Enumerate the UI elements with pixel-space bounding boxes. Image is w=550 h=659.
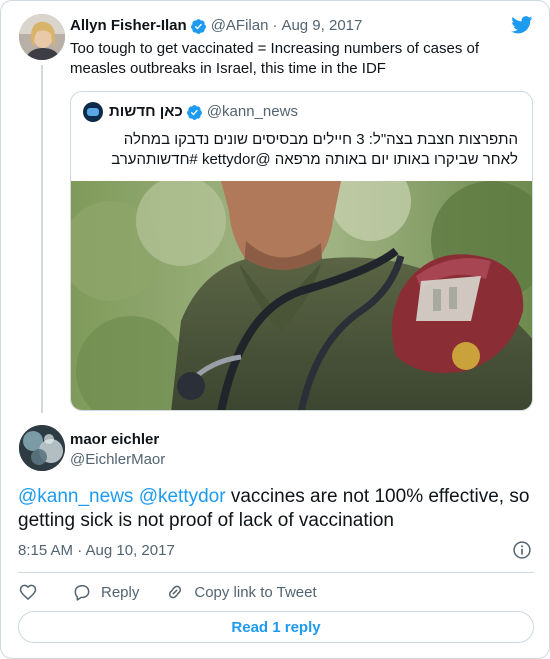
copy-link-label: Copy link to Tweet [194,583,317,601]
main-tweet-timestamp[interactable]: 8:15 AM · Aug 10, 2017 [18,542,175,560]
link-icon [169,585,182,599]
quoted-tweet-text: התפרצות חצבת בצה"ל: 3 חיילים מבסיסים שונ… [111,131,518,168]
verified-badge-icon [190,18,206,34]
quoted-tweet-card[interactable]: כאן חדשות @kann_news התפרצות חצבת בצה"ל:… [70,91,533,411]
quoted-tweet-photo[interactable] [71,181,532,410]
heart-icon [19,584,37,601]
main-author-handle[interactable]: @EichlerMaor [70,451,165,469]
main-author-avatar[interactable] [19,425,65,471]
reply-button[interactable]: Reply [72,582,139,602]
quoted-tweet-header: כאן חדשות @kann_news [83,102,298,122]
quoted-author-name: כאן חדשות [109,103,183,120]
reply-label: Reply [101,583,140,601]
thread-connector-line [41,65,43,413]
quoted-author-avatar [83,102,103,122]
mention-link-kann-news[interactable]: @kann_news [18,486,133,507]
parent-tweet-date[interactable]: Aug 9, 2017 [281,17,362,35]
mention-link-kettydor[interactable]: @kettydor [139,486,226,507]
verified-badge-icon [186,104,202,120]
separator-dot: · [272,17,278,34]
tweet-actions-bar: Reply Copy link to Tweet [18,580,343,604]
actions-divider [18,572,534,573]
copy-link-button[interactable]: Copy link to Tweet [165,582,317,602]
parent-author-name[interactable]: Allyn Fisher-Ilan [70,17,187,35]
parent-tweet-header: Allyn Fisher-Ilan @AFilan · Aug 9, 2017 [70,17,362,35]
quoted-author-handle: @kann_news [206,103,298,120]
parent-author-avatar[interactable] [19,14,65,60]
speech-bubble-icon [74,585,90,601]
main-author-name[interactable]: maor eichler [70,431,159,449]
tweet-embed-card: Allyn Fisher-Ilan @AFilan · Aug 9, 2017 … [0,0,550,659]
info-icon[interactable] [512,540,532,560]
twitter-bird-icon[interactable] [511,16,533,34]
main-tweet-text: @kann_news @kettydor vaccines are not 10… [18,485,538,533]
like-button[interactable] [18,582,38,602]
parent-author-handle[interactable]: @AFilan [211,17,269,35]
parent-tweet-text: Too tough to get vaccinated = Increasing… [70,40,479,77]
read-replies-button[interactable]: Read 1 reply [18,611,534,643]
